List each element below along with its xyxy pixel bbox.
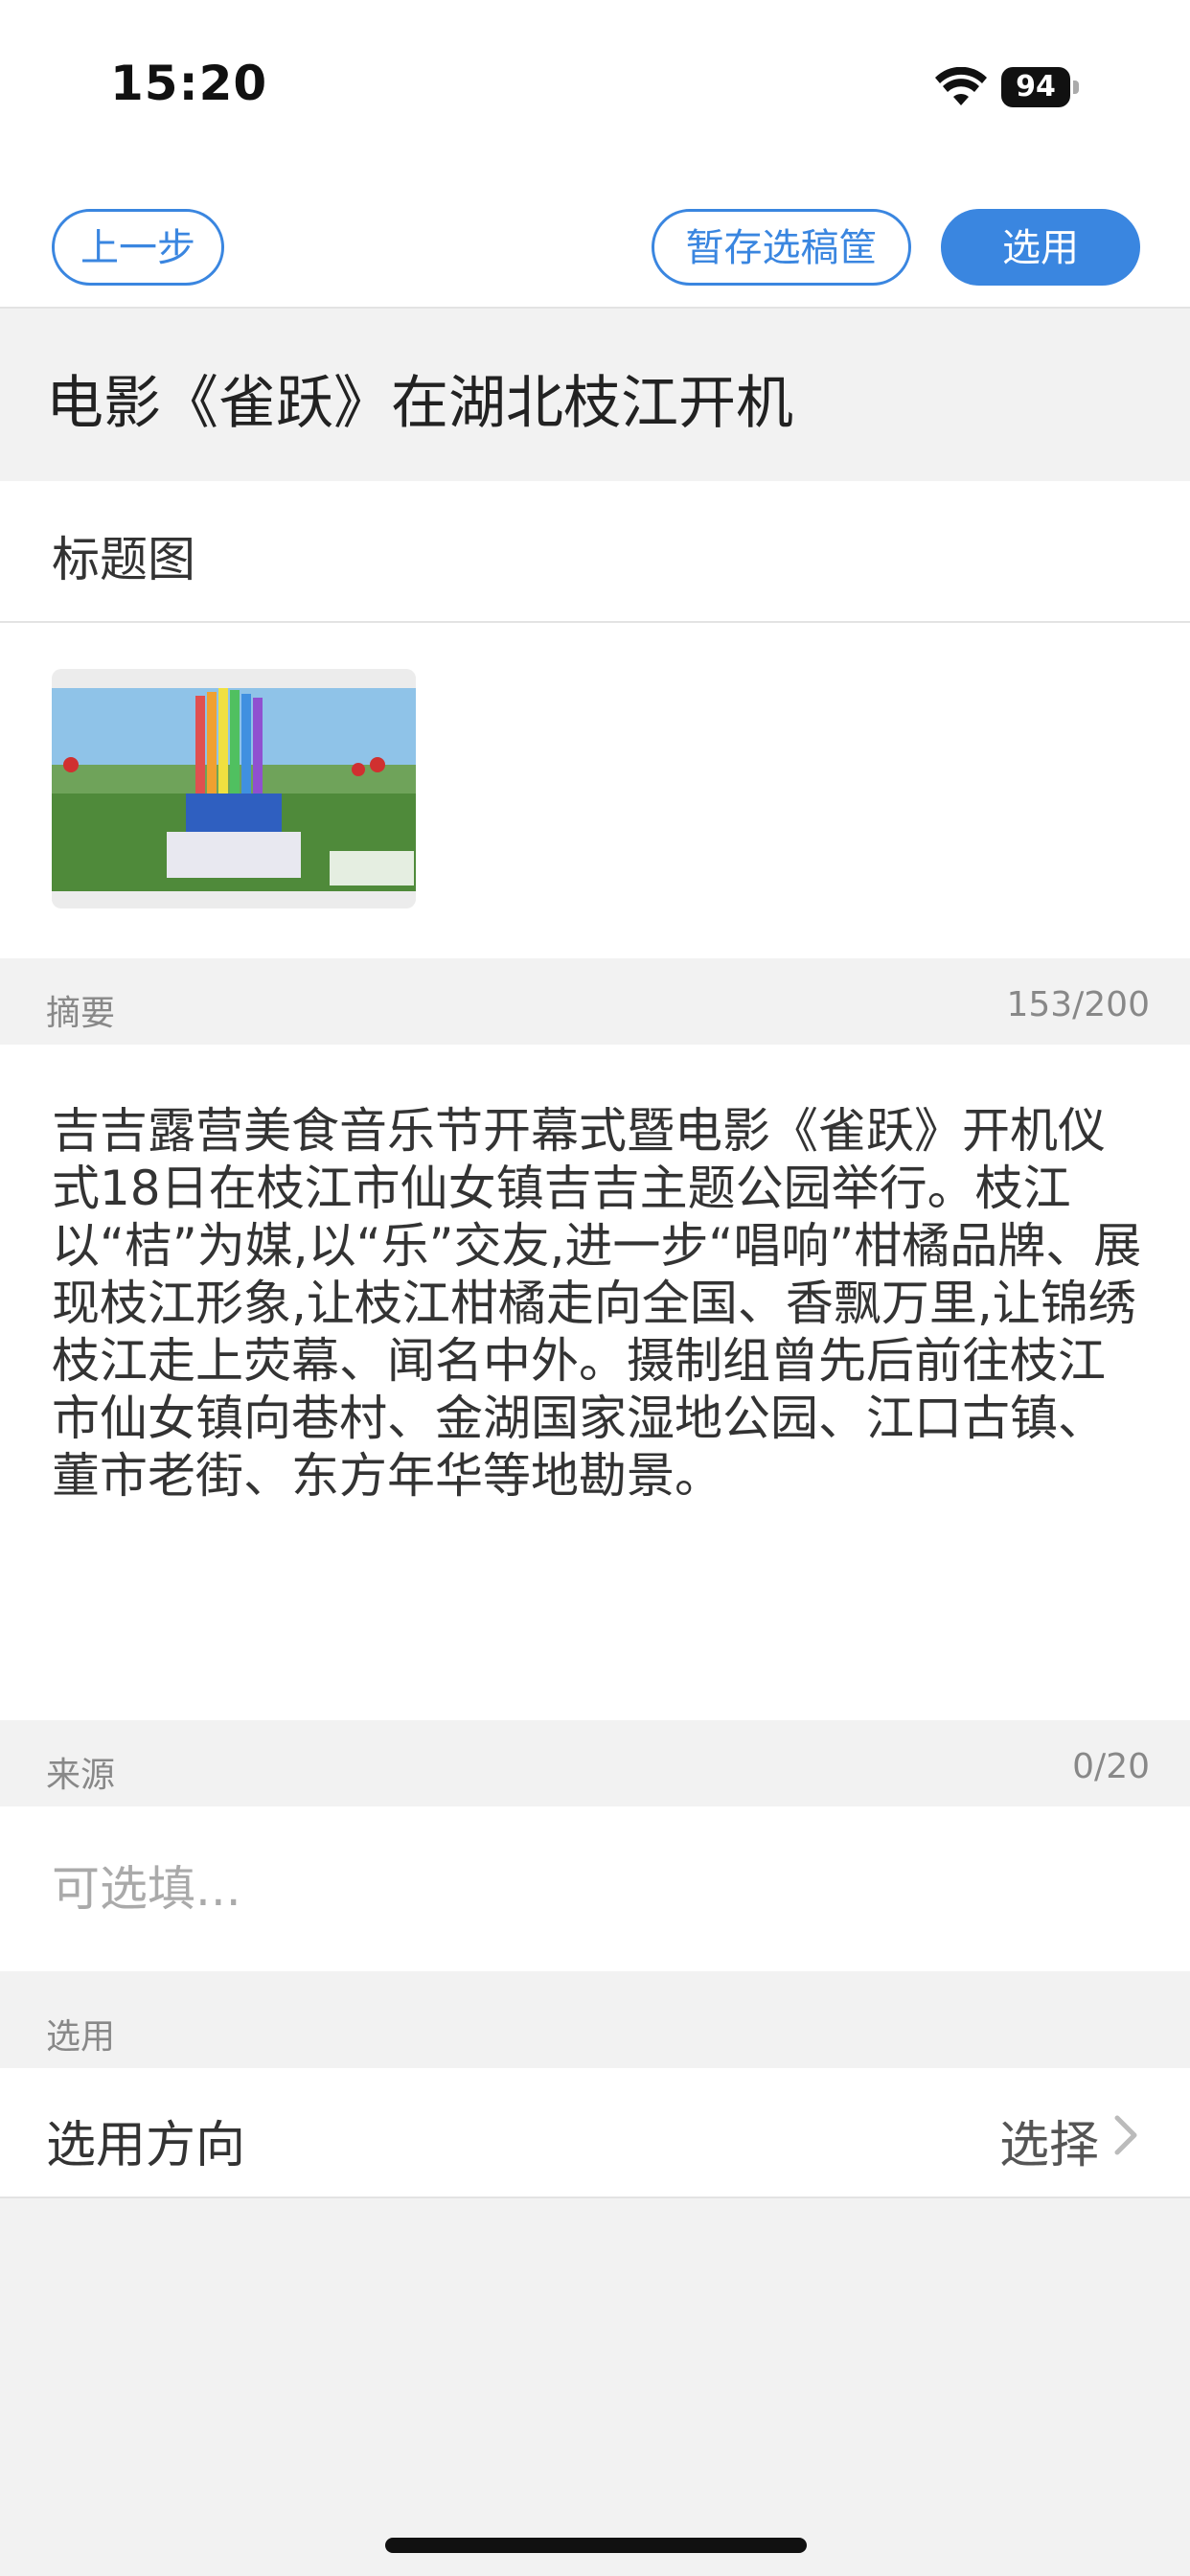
select-use-button[interactable]: 选用 <box>941 209 1140 286</box>
usage-header: 选用 <box>0 1982 1190 2068</box>
wifi-icon <box>935 67 987 105</box>
summary-char-count: 153/200 <box>1006 985 1150 1024</box>
chevron-right-icon <box>1114 2115 1137 2155</box>
cover-label: 标题图 <box>52 532 195 587</box>
usage-direction-value: 选择 <box>998 2117 1099 2174</box>
cover-header: 标题图 <box>0 481 1190 623</box>
source-header: 来源 0/20 <box>0 1720 1190 1806</box>
battery-tip <box>1073 80 1079 94</box>
cover-image <box>52 688 416 891</box>
source-label: 来源 <box>46 1756 116 1795</box>
usage-direction-row[interactable]: 选用方向 选择 <box>0 2068 1190 2198</box>
save-to-basket-button[interactable]: 暂存选稿筐 <box>652 209 911 286</box>
screen: 15:20 94 上一步 暂存选稿筐 选用 电影《雀跃》在湖北枝江开机 标题图 <box>0 0 1190 2576</box>
source-input[interactable] <box>52 1852 1144 1925</box>
cover-image-thumbnail[interactable] <box>52 669 416 908</box>
title-band: 电影《雀跃》在湖北枝江开机 <box>0 310 1190 481</box>
article-title: 电影《雀跃》在湖北枝江开机 <box>46 370 793 437</box>
status-bar: 15:20 94 <box>0 0 1190 192</box>
summary-label: 摘要 <box>46 994 116 1033</box>
cover-section <box>0 623 1190 958</box>
battery-level: 94 <box>1001 67 1070 107</box>
usage-direction-label: 选用方向 <box>46 2117 246 2174</box>
status-time: 15:20 <box>110 56 268 111</box>
summary-header: 摘要 153/200 <box>0 958 1190 1045</box>
top-toolbar: 上一步 暂存选稿筐 选用 <box>0 192 1190 309</box>
battery-icon: 94 <box>1001 67 1079 107</box>
usage-section-label: 选用 <box>46 2017 116 2057</box>
summary-text: 吉吉露营美食音乐节开幕式暨电影《雀跃》开机仪式18日在枝江市仙女镇吉吉主题公园举… <box>52 1103 1142 1504</box>
summary-textarea[interactable]: 吉吉露营美食音乐节开幕式暨电影《雀跃》开机仪式18日在枝江市仙女镇吉吉主题公园举… <box>0 1045 1190 1720</box>
home-indicator[interactable] <box>385 2538 807 2553</box>
source-char-count: 0/20 <box>1072 1747 1150 1786</box>
previous-step-button[interactable]: 上一步 <box>52 209 224 286</box>
source-field-container <box>0 1806 1190 1971</box>
